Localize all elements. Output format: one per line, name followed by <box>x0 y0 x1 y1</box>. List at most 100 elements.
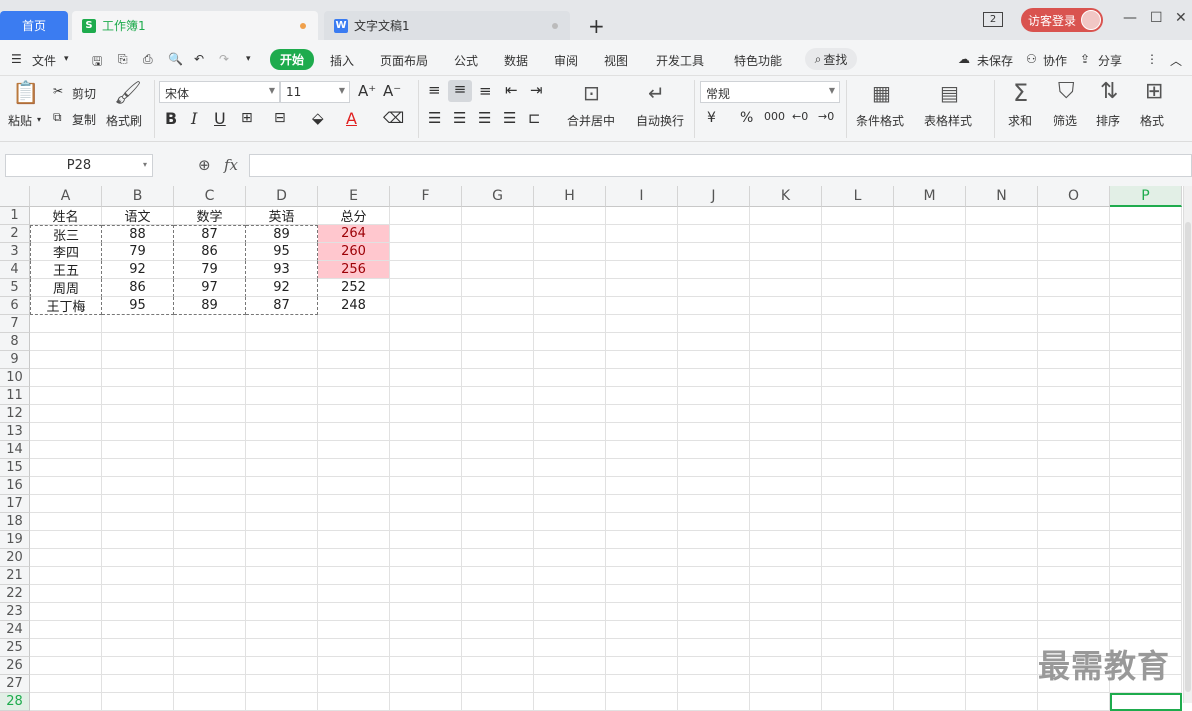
cell-b28[interactable] <box>102 693 174 711</box>
cell-d5[interactable]: 92 <box>246 279 318 297</box>
cell-m2[interactable] <box>894 225 966 243</box>
cell-n2[interactable] <box>966 225 1038 243</box>
table-style-button[interactable]: 表格样式 <box>924 112 972 129</box>
row-header[interactable]: 26 <box>0 657 30 675</box>
cell-m26[interactable] <box>894 657 966 675</box>
cell-i16[interactable] <box>606 477 678 495</box>
cell-f7[interactable] <box>390 315 462 333</box>
menu-view[interactable]: 视图 <box>604 52 628 69</box>
underline-icon[interactable]: U <box>214 109 226 128</box>
cell-k5[interactable] <box>750 279 822 297</box>
cell-l2[interactable] <box>822 225 894 243</box>
window-count-icon[interactable]: 2 <box>983 12 1003 27</box>
cell-i17[interactable] <box>606 495 678 513</box>
cell-j20[interactable] <box>678 549 750 567</box>
cell-l27[interactable] <box>822 675 894 693</box>
cell-m17[interactable] <box>894 495 966 513</box>
cell-b7[interactable] <box>102 315 174 333</box>
fill-color-icon[interactable]: ⬙ <box>312 109 324 127</box>
row-header[interactable]: 2 <box>0 225 30 243</box>
cell-o8[interactable] <box>1038 333 1110 351</box>
cell-f8[interactable] <box>390 333 462 351</box>
cell-n16[interactable] <box>966 477 1038 495</box>
cell-o4[interactable] <box>1038 261 1110 279</box>
cell-f12[interactable] <box>390 405 462 423</box>
cell-c3[interactable]: 86 <box>174 243 246 261</box>
cell-k14[interactable] <box>750 441 822 459</box>
cell-h24[interactable] <box>534 621 606 639</box>
cell-k21[interactable] <box>750 567 822 585</box>
cell-c8[interactable] <box>174 333 246 351</box>
menu-developer[interactable]: 开发工具 <box>656 52 704 69</box>
select-all-corner[interactable] <box>0 186 30 207</box>
cell-h2[interactable] <box>534 225 606 243</box>
cell-e11[interactable] <box>318 387 390 405</box>
cell-k27[interactable] <box>750 675 822 693</box>
filter-icon[interactable]: ⛉ <box>1058 79 1075 104</box>
cell-h19[interactable] <box>534 531 606 549</box>
cell-l7[interactable] <box>822 315 894 333</box>
cell-f16[interactable] <box>390 477 462 495</box>
cell-m24[interactable] <box>894 621 966 639</box>
cell-g15[interactable] <box>462 459 534 477</box>
cell-h13[interactable] <box>534 423 606 441</box>
cell-p1[interactable] <box>1110 207 1182 225</box>
cell-k19[interactable] <box>750 531 822 549</box>
cell-g28[interactable] <box>462 693 534 711</box>
cell-o9[interactable] <box>1038 351 1110 369</box>
cell-c10[interactable] <box>174 369 246 387</box>
tab-document[interactable]: W 文字文稿1 <box>324 11 570 40</box>
cell-h9[interactable] <box>534 351 606 369</box>
cell-l11[interactable] <box>822 387 894 405</box>
cell-a22[interactable] <box>30 585 102 603</box>
cell-m19[interactable] <box>894 531 966 549</box>
cell-g2[interactable] <box>462 225 534 243</box>
cell-d3[interactable]: 95 <box>246 243 318 261</box>
cell-l21[interactable] <box>822 567 894 585</box>
row-header[interactable]: 3 <box>0 243 30 261</box>
login-button[interactable]: 访客登录 <box>1021 8 1103 32</box>
cell-p28[interactable] <box>1110 693 1182 711</box>
cell-j11[interactable] <box>678 387 750 405</box>
cell-d10[interactable] <box>246 369 318 387</box>
cell-n15[interactable] <box>966 459 1038 477</box>
cell-k6[interactable] <box>750 297 822 315</box>
cell-j14[interactable] <box>678 441 750 459</box>
paste-dropdown-icon[interactable]: ▾ <box>37 115 41 124</box>
cell-g16[interactable] <box>462 477 534 495</box>
cell-o18[interactable] <box>1038 513 1110 531</box>
cell-j5[interactable] <box>678 279 750 297</box>
cell-m8[interactable] <box>894 333 966 351</box>
cell-o19[interactable] <box>1038 531 1110 549</box>
cell-p11[interactable] <box>1110 387 1182 405</box>
cell-p22[interactable] <box>1110 585 1182 603</box>
cell-b1[interactable]: 语文 <box>102 207 174 225</box>
sum-button[interactable]: 求和 <box>1008 112 1032 129</box>
sort-icon[interactable]: ⇅ <box>1100 79 1118 104</box>
hamburger-icon[interactable]: ☰ <box>11 52 22 66</box>
cell-b14[interactable] <box>102 441 174 459</box>
paste-button[interactable]: 粘贴 <box>8 112 32 129</box>
cell-d21[interactable] <box>246 567 318 585</box>
cell-e14[interactable] <box>318 441 390 459</box>
cell-p21[interactable] <box>1110 567 1182 585</box>
cell-c11[interactable] <box>174 387 246 405</box>
bold-icon[interactable]: B <box>165 109 177 128</box>
cell-k18[interactable] <box>750 513 822 531</box>
cell-l26[interactable] <box>822 657 894 675</box>
outdent-icon[interactable]: ⇤ <box>505 81 518 99</box>
cell-p10[interactable] <box>1110 369 1182 387</box>
cell-g27[interactable] <box>462 675 534 693</box>
justify-icon[interactable]: ☰ <box>503 109 516 127</box>
cell-f28[interactable] <box>390 693 462 711</box>
name-box[interactable]: P28 <box>5 154 153 177</box>
row-header[interactable]: 22 <box>0 585 30 603</box>
cell-f3[interactable] <box>390 243 462 261</box>
cell-n8[interactable] <box>966 333 1038 351</box>
cell-b9[interactable] <box>102 351 174 369</box>
increase-decimal-icon[interactable]: ←0 <box>792 110 808 123</box>
cell-i10[interactable] <box>606 369 678 387</box>
cell-k11[interactable] <box>750 387 822 405</box>
cell-d19[interactable] <box>246 531 318 549</box>
menu-review[interactable]: 审阅 <box>554 52 578 69</box>
